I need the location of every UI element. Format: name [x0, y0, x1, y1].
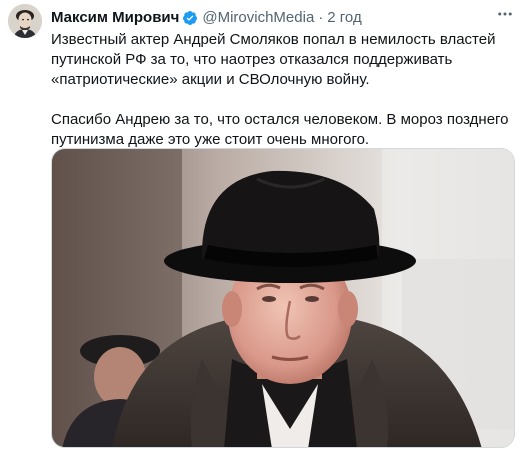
author-display-name[interactable]: Максим Мирович — [51, 8, 179, 28]
verified-badge-icon — [183, 11, 198, 25]
avatar[interactable] — [8, 4, 42, 38]
tweet-media-photo[interactable] — [51, 148, 515, 448]
header-separator: · — [318, 9, 324, 26]
tweet-paragraph-2: Спасибо Андрею за то, что остался челове… — [51, 111, 509, 148]
tweet-timestamp[interactable]: 2 год — [327, 8, 361, 28]
more-options-icon — [498, 12, 512, 16]
author-handle[interactable]: @MirovichMedia — [202, 8, 314, 28]
tweet-text: Известный актер Андрей Смоляков попал в … — [51, 30, 519, 150]
tweet-paragraph-1: Известный актер Андрей Смоляков попал в … — [51, 31, 496, 88]
tweet-header: Максим Мирович @MirovichMedia · 2 год — [51, 8, 519, 28]
more-options-button[interactable] — [495, 4, 515, 24]
photo-man-in-black-hat-icon — [52, 149, 514, 447]
tweet[interactable]: Максим Мирович @MirovichMedia · 2 год Из… — [0, 0, 527, 455]
avatar-portrait-icon — [8, 4, 42, 38]
